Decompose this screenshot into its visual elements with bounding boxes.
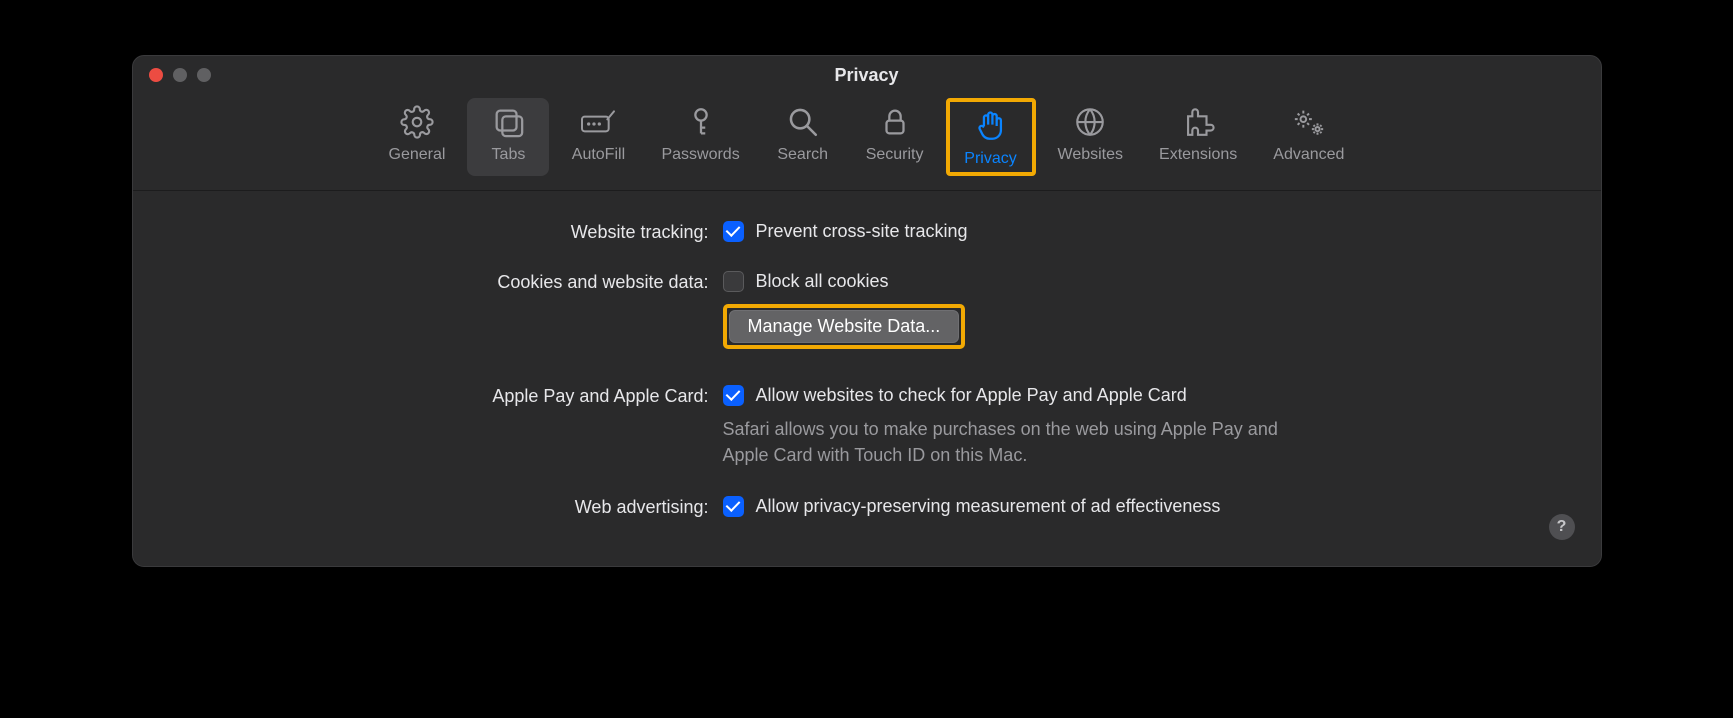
tab-security[interactable]: Security: [852, 98, 938, 176]
highlight-manage-data-button: Manage Website Data...: [723, 304, 966, 349]
minimize-window-button[interactable]: [173, 68, 187, 82]
ad-measurement-checkbox[interactable]: [723, 496, 744, 517]
autofill-icon: [578, 104, 618, 140]
window-title: Privacy: [133, 65, 1601, 86]
prevent-cross-site-tracking-checkbox[interactable]: [723, 221, 744, 242]
help-button[interactable]: ?: [1549, 514, 1575, 540]
cookies-row: Cookies and website data: Block all cook…: [173, 271, 1561, 349]
tab-label: Security: [866, 146, 924, 164]
tab-label: AutoFill: [572, 146, 625, 164]
row-label: Apple Pay and Apple Card:: [173, 385, 723, 468]
gears-icon: [1289, 104, 1329, 140]
tab-label: Search: [777, 146, 828, 164]
row-label: Web advertising:: [173, 496, 723, 518]
apple-pay-row: Apple Pay and Apple Card: Allow websites…: [173, 385, 1561, 468]
apple-pay-checkbox[interactable]: [723, 385, 744, 406]
tab-passwords[interactable]: Passwords: [647, 98, 753, 176]
website-tracking-row: Website tracking: Prevent cross-site tra…: [173, 221, 1561, 243]
maximize-window-button[interactable]: [197, 68, 211, 82]
block-all-cookies-checkbox[interactable]: [723, 271, 744, 292]
checkbox-label: Allow websites to check for Apple Pay an…: [756, 385, 1187, 406]
tab-label: Advanced: [1273, 146, 1344, 164]
hand-icon: [971, 108, 1011, 144]
key-icon: [681, 104, 721, 140]
preferences-toolbar: General Tabs AutoFill Passwords Search: [133, 94, 1601, 191]
gear-icon: [397, 104, 437, 140]
tab-extensions[interactable]: Extensions: [1145, 98, 1251, 176]
row-label: Website tracking:: [173, 221, 723, 243]
tab-label: Passwords: [661, 146, 739, 164]
web-advertising-row: Web advertising: Allow privacy-preservin…: [173, 496, 1561, 518]
checkbox-label: Prevent cross-site tracking: [756, 221, 968, 242]
tab-advanced[interactable]: Advanced: [1259, 98, 1358, 176]
tab-label: General: [389, 146, 446, 164]
apple-pay-description: Safari allows you to make purchases on t…: [723, 416, 1303, 468]
titlebar: Privacy: [133, 56, 1601, 94]
tab-label: Tabs: [492, 146, 526, 164]
puzzle-icon: [1178, 104, 1218, 140]
tab-privacy[interactable]: Privacy: [950, 102, 1032, 172]
manage-website-data-button[interactable]: Manage Website Data...: [729, 310, 960, 343]
tab-tabs[interactable]: Tabs: [467, 98, 549, 176]
tab-autofill[interactable]: AutoFill: [557, 98, 639, 176]
tabs-icon: [488, 104, 528, 140]
tab-websites[interactable]: Websites: [1044, 98, 1138, 176]
globe-icon: [1070, 104, 1110, 140]
traffic-lights: [149, 68, 211, 82]
tab-general[interactable]: General: [375, 98, 460, 176]
tab-label: Extensions: [1159, 146, 1237, 164]
tab-label: Websites: [1058, 146, 1124, 164]
preferences-window: Privacy General Tabs AutoFill Password: [132, 55, 1602, 567]
search-icon: [783, 104, 823, 140]
lock-icon: [875, 104, 915, 140]
tab-label: Privacy: [964, 150, 1016, 168]
checkbox-label: Allow privacy-preserving measurement of …: [756, 496, 1221, 517]
tab-search[interactable]: Search: [762, 98, 844, 176]
content-pane: Website tracking: Prevent cross-site tra…: [133, 191, 1601, 566]
highlight-privacy-tab: Privacy: [946, 98, 1036, 176]
checkbox-label: Block all cookies: [756, 271, 889, 292]
close-window-button[interactable]: [149, 68, 163, 82]
row-label: Cookies and website data:: [173, 271, 723, 349]
